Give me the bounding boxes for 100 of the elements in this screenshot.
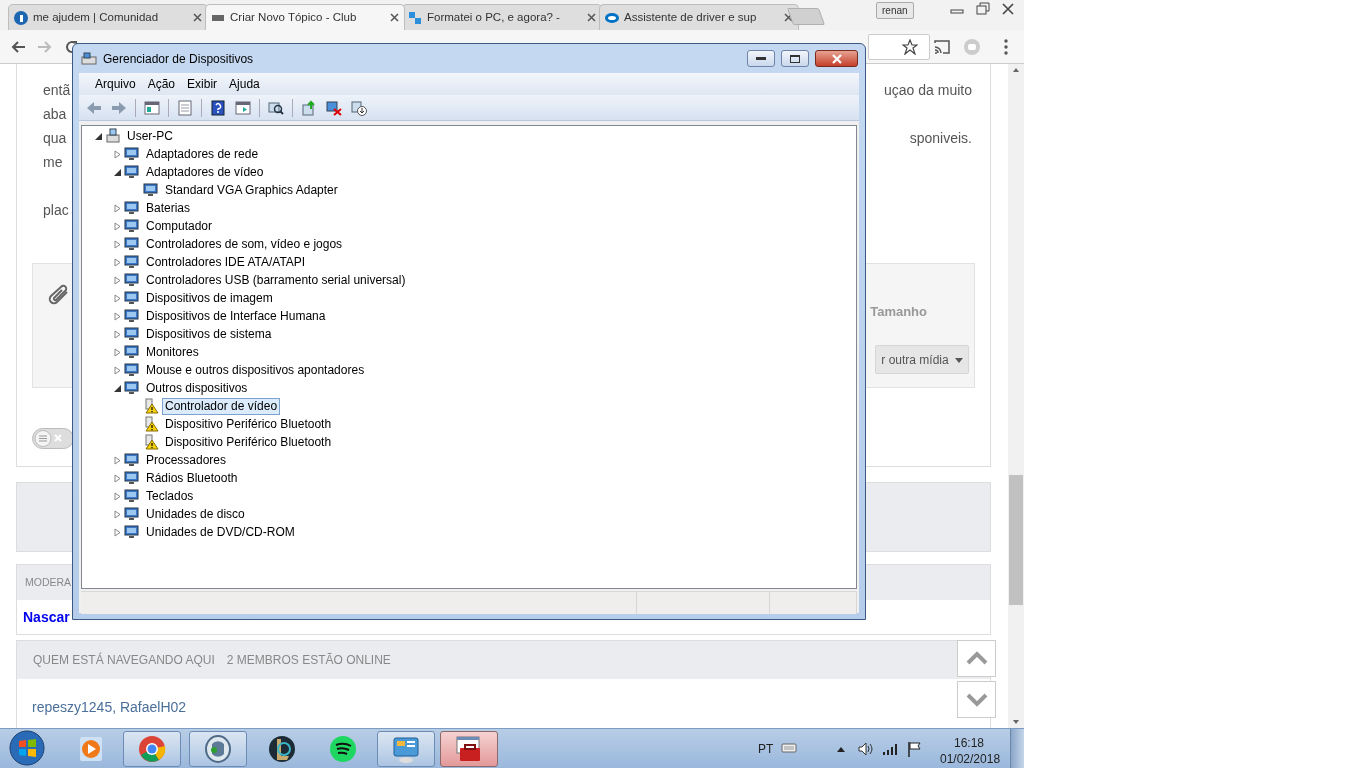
device-category-icon — [124, 524, 140, 540]
expander-icon[interactable] — [113, 383, 122, 393]
post-text: aba — [43, 105, 67, 124]
update-driver-icon[interactable] — [301, 99, 317, 116]
music-app-icon — [328, 734, 358, 764]
tree-item[interactable]: Unidades de DVD/CD-ROM — [143, 523, 298, 541]
language-indicator[interactable]: PT — [758, 740, 774, 758]
taskbar-app[interactable] — [440, 731, 498, 767]
show-hidden-icon[interactable] — [836, 745, 846, 753]
minimize-button[interactable] — [747, 50, 775, 67]
device-category-icon — [124, 380, 140, 396]
tree-item[interactable]: Controladores IDE ATA/ATAPI — [143, 253, 309, 271]
tree-item[interactable]: Dispositivo Periférico Bluetooth — [162, 415, 335, 433]
device-category-icon — [124, 200, 140, 216]
profile-button[interactable]: renan — [876, 2, 914, 19]
expander-icon[interactable] — [113, 167, 122, 177]
device-category-icon — [124, 308, 140, 324]
post-text: entã — [43, 81, 71, 100]
device-category-icon — [124, 254, 140, 270]
tree-item[interactable]: Controladores de som, vídeo e jogos — [143, 235, 346, 253]
device-category-icon — [124, 272, 140, 288]
device-category-icon — [124, 236, 140, 252]
device-category-icon — [124, 470, 140, 486]
tree-item[interactable]: Baterias — [143, 199, 194, 217]
tree-item[interactable]: Controladores USB (barramento serial universal) — [143, 271, 409, 289]
chevron-down-icon[interactable] — [965, 693, 988, 707]
close-icon[interactable] — [193, 13, 202, 22]
tree-item[interactable]: Dispositivos de Interface Humana — [143, 307, 329, 325]
maximize-icon[interactable] — [790, 54, 800, 63]
tree-item[interactable]: Teclados — [143, 487, 197, 505]
menu-item[interactable]: Ajuda — [223, 75, 266, 93]
tree-item[interactable]: Outros dispositivos — [143, 379, 251, 397]
tree-item[interactable]: Monitores — [143, 343, 202, 361]
computer-icon — [105, 128, 121, 144]
flag-icon[interactable] — [906, 741, 922, 757]
post-text: sponiveis. — [909, 129, 972, 148]
tree-item[interactable]: Mouse e outros dispositivos apontadores — [143, 361, 368, 379]
device-category-icon — [124, 218, 140, 234]
browser-tab[interactable]: Criar Novo Tópico - Club — [205, 4, 405, 30]
tree-item[interactable]: Controlador de vídeo — [162, 397, 281, 415]
member-list: repeszy1245, RafaelH02 — [32, 696, 187, 718]
expander-icon[interactable] — [94, 131, 103, 141]
site-icon — [605, 10, 619, 25]
tree-item[interactable]: Dispositivos de sistema — [143, 325, 275, 343]
device-category-icon — [124, 488, 140, 504]
tree-item[interactable]: Dispositivo Periférico Bluetooth — [162, 433, 335, 451]
address-bar[interactable] — [868, 34, 930, 60]
close-button[interactable] — [815, 50, 858, 67]
menu-item[interactable]: Arquivo — [89, 75, 142, 93]
browser-tab[interactable]: Assistente de driver e sup — [599, 4, 799, 30]
cast-icon[interactable] — [933, 39, 951, 55]
chevron-up-icon[interactable] — [965, 651, 988, 665]
menu-item[interactable]: Exibir — [181, 75, 224, 93]
tree-item[interactable]: Adaptadores de rede — [143, 145, 262, 163]
tree-item[interactable]: User-PC — [124, 127, 176, 145]
back-icon[interactable] — [10, 39, 26, 55]
scan-icon[interactable] — [268, 99, 284, 116]
scroll-down-button[interactable] — [957, 681, 996, 718]
help-icon[interactable] — [210, 99, 226, 116]
volume-icon[interactable] — [857, 741, 873, 757]
member-count: 2 MEMBROS ESTÃO ONLINE — [226, 652, 391, 669]
clock-time[interactable]: 16:18 — [954, 734, 985, 752]
device-category-icon — [124, 344, 140, 360]
tree-item[interactable]: Rádios Bluetooth — [143, 469, 241, 487]
moderator-link[interactable]: Nascar — [23, 606, 70, 628]
toggle-switch[interactable] — [32, 428, 74, 449]
panel-view-icon[interactable] — [144, 99, 160, 116]
scroll-up-button[interactable] — [957, 640, 996, 677]
scrollbar-thumb[interactable] — [1009, 475, 1023, 605]
game-icon — [267, 734, 297, 764]
star-icon[interactable] — [902, 39, 918, 55]
minimize-icon[interactable] — [756, 56, 766, 61]
menu-item[interactable]: Ação — [141, 75, 182, 93]
device-category-icon — [124, 362, 140, 378]
tree-item[interactable]: Dispositivos de imagem — [143, 289, 276, 307]
post-text: uçao da muito — [884, 81, 972, 100]
tree-item[interactable]: Computador — [143, 217, 216, 235]
keyboard-icon[interactable] — [781, 742, 797, 754]
tree-item[interactable]: Processadores — [143, 451, 230, 469]
section-header: MODERA — [25, 574, 72, 590]
browser-tab[interactable]: Formatei o PC, e agora? - — [402, 4, 602, 30]
tree-item[interactable]: Standard VGA Graphics Adapter — [162, 181, 341, 199]
close-icon[interactable] — [390, 13, 399, 22]
signal-icon[interactable] — [882, 742, 898, 756]
close-icon[interactable] — [587, 13, 596, 22]
headset-app-icon — [203, 734, 233, 764]
maximize-button[interactable] — [781, 50, 809, 67]
disable-device-icon[interactable] — [326, 99, 342, 116]
close-icon[interactable] — [784, 13, 793, 22]
menu-icon[interactable] — [1004, 39, 1008, 55]
uninstall-icon[interactable] — [351, 99, 367, 116]
browser-tab[interactable]: me ajudem | Comunidad — [8, 4, 208, 30]
start-button[interactable] — [6, 729, 48, 767]
section-header: QUEM ESTÁ NAVEGANDO AQUI — [33, 651, 215, 669]
tree-item[interactable]: Unidades de disco — [143, 505, 248, 523]
tree-item[interactable]: Adaptadores de vídeo — [143, 163, 267, 181]
site-icon — [14, 10, 28, 25]
clock-date[interactable]: 01/02/2018 — [940, 750, 1001, 768]
media-button[interactable]: r outra mídia — [875, 345, 969, 374]
action-pane-icon[interactable] — [235, 99, 251, 116]
